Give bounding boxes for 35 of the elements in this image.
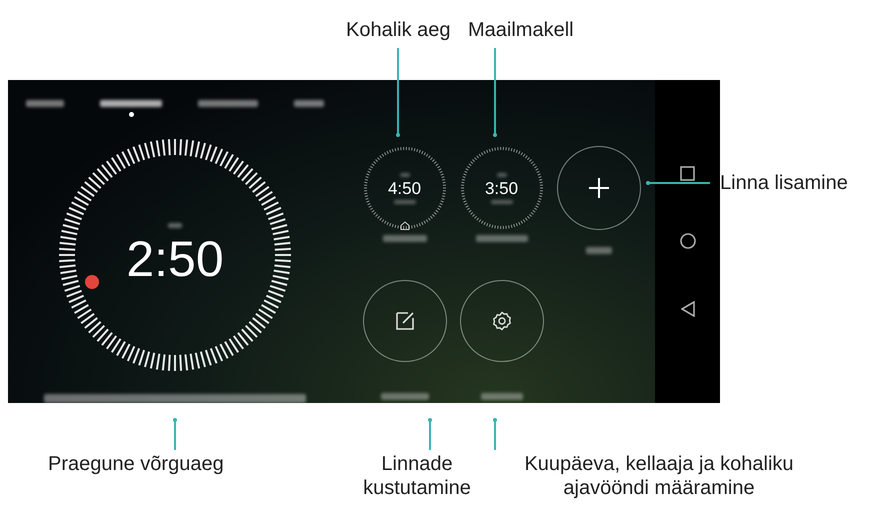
- back-triangle-icon: [680, 301, 694, 317]
- blurred-label: [490, 200, 512, 204]
- city-time: 4:50: [388, 180, 422, 196]
- leader-line: [428, 418, 432, 452]
- callout-label: Praegune võrguaeg: [48, 452, 224, 476]
- leader-line: [646, 181, 712, 185]
- blurred-label: [168, 222, 182, 228]
- blurred-label: [394, 200, 416, 204]
- callout-label: Linnade kustutamine: [362, 452, 472, 500]
- edit-button[interactable]: [362, 280, 446, 362]
- blurred-label: [400, 172, 410, 176]
- blurred-city-name: [382, 235, 426, 242]
- square-icon: [680, 166, 695, 181]
- callout-label: Kuupäeva, kellaaja ja kohaliku ajavööndi määramine: [523, 452, 795, 500]
- blurred-label: [480, 393, 522, 400]
- plus-icon: [588, 177, 610, 199]
- back-nav-button[interactable]: [680, 301, 694, 317]
- home-nav-button[interactable]: [680, 233, 696, 249]
- settings-icon: [492, 311, 512, 332]
- recent-nav-button[interactable]: [680, 166, 695, 181]
- local-time: 2:50: [126, 234, 224, 284]
- blurred-label: [496, 172, 506, 176]
- callout-label: Linna lisamine: [720, 171, 848, 195]
- settings-button[interactable]: [460, 280, 544, 362]
- blurred-label: [380, 393, 428, 400]
- city-time: 3:50: [484, 180, 518, 196]
- circle-icon: [680, 233, 696, 249]
- blurred-city-name: [476, 235, 528, 242]
- blurred-label: [586, 247, 612, 254]
- leader-line: [493, 418, 497, 452]
- edit-icon: [396, 312, 414, 330]
- leader-line: [173, 418, 177, 452]
- callout-label: Kohalik aeg: [346, 18, 451, 42]
- callout-label: Maailmakell: [468, 18, 574, 42]
- add-button[interactable]: [556, 146, 640, 230]
